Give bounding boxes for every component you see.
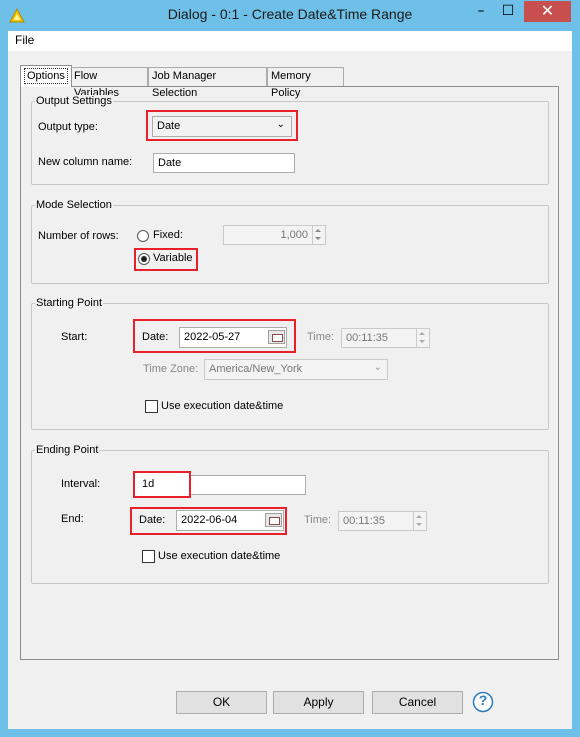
fixed-rows-spinner[interactable] — [312, 226, 324, 244]
ok-button[interactable]: OK — [176, 691, 267, 714]
spin-up-icon — [419, 332, 425, 335]
apply-button[interactable]: Apply — [273, 691, 364, 714]
tab-flow-variables[interactable]: Flow Variables — [70, 67, 148, 99]
chevron-down-icon: ⌄ — [373, 362, 382, 373]
start-date-value: 2022-05-27 — [184, 331, 241, 343]
end-date-label: Date: — [139, 514, 166, 526]
spin-down-icon — [315, 237, 321, 240]
ending-point-group — [31, 450, 549, 584]
end-use-execution-checkbox[interactable] — [142, 550, 155, 563]
help-button[interactable]: ? — [472, 691, 494, 713]
variable-label: Variable — [153, 252, 193, 264]
rows-label: Number of rows: — [38, 230, 119, 242]
output-type-select[interactable]: Date ⌄ — [152, 116, 292, 137]
calendar-icon — [272, 334, 283, 342]
tab-job-manager-selection[interactable]: Job Manager Selection — [148, 67, 267, 99]
column-name-label: New column name: — [38, 156, 133, 168]
menu-bar — [8, 31, 572, 51]
spin-down-icon — [419, 340, 425, 343]
start-use-execution-checkbox[interactable] — [145, 400, 158, 413]
mode-selection-title: Mode Selection — [35, 199, 113, 211]
interval-label: Interval: — [61, 478, 101, 490]
close-button[interactable]: ✕ — [524, 1, 571, 22]
tab-options-label: Options — [24, 68, 68, 84]
spin-up-icon — [315, 229, 321, 232]
start-date-label: Date: — [142, 331, 169, 343]
title-bar[interactable]: Dialog - 0:1 - Create Date&Time Range – … — [0, 0, 580, 31]
timezone-value: America/New_York — [209, 363, 303, 375]
start-calendar-button[interactable] — [268, 330, 285, 344]
menu-file[interactable]: File — [15, 33, 34, 47]
timezone-select[interactable]: America/New_York ⌄ — [204, 359, 388, 380]
ending-point-title: Ending Point — [35, 444, 100, 456]
start-time-spinner[interactable] — [416, 329, 428, 347]
timezone-label: Time Zone: — [143, 363, 199, 375]
fixed-radio[interactable] — [137, 230, 149, 242]
minimize-button[interactable]: – — [468, 1, 494, 22]
tab-options[interactable]: Options — [20, 65, 72, 87]
fixed-label: Fixed: — [153, 229, 183, 241]
column-name-input[interactable]: Date — [153, 153, 295, 173]
end-time-spinner[interactable] — [413, 512, 425, 530]
spin-up-icon — [416, 515, 422, 518]
interval-value: 1d — [142, 478, 155, 490]
spin-down-icon — [416, 523, 422, 526]
start-label: Start: — [61, 331, 88, 343]
end-label: End: — [61, 513, 84, 525]
start-use-execution-label: Use execution date&time — [161, 400, 284, 412]
output-settings-title: Output Settings — [35, 95, 113, 107]
output-type-value: Date — [157, 120, 181, 132]
end-time-label: Time: — [304, 514, 332, 526]
help-label: ? — [478, 692, 488, 708]
end-date-value: 2022-06-04 — [181, 514, 238, 526]
maximize-button[interactable]: ☐ — [495, 1, 521, 22]
end-calendar-button[interactable] — [265, 513, 282, 527]
fixed-rows-input[interactable]: 1,000 — [223, 225, 326, 245]
starting-point-title: Starting Point — [35, 297, 104, 309]
chevron-down-icon: ⌄ — [276, 119, 285, 130]
end-use-execution-label: Use execution date&time — [158, 550, 281, 562]
cancel-button[interactable]: Cancel — [372, 691, 463, 714]
start-time-label: Time: — [307, 331, 335, 343]
output-type-label: Output type: — [38, 121, 98, 133]
calendar-icon — [269, 517, 280, 525]
variable-radio[interactable] — [138, 253, 150, 265]
tab-memory-policy[interactable]: Memory Policy — [267, 67, 344, 99]
